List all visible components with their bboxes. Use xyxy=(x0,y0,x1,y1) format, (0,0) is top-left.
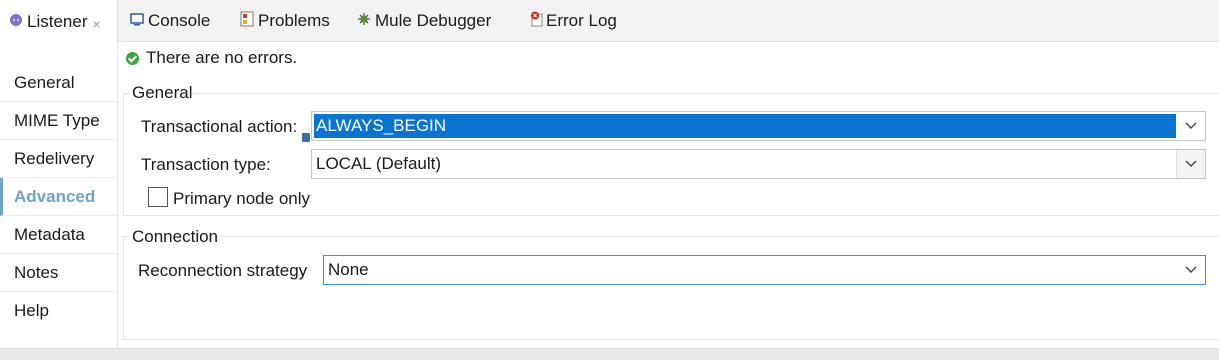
connection-group xyxy=(123,236,1219,340)
view-tab-bar: Listener × Console Problems Mule Debugge… xyxy=(0,0,1219,43)
nav-item-redelivery[interactable]: Redelivery xyxy=(0,140,117,178)
reconnection-strategy-value: None xyxy=(328,260,369,279)
transaction-type-label: Transaction type: xyxy=(141,155,271,174)
tab-problems[interactable]: Problems xyxy=(240,0,330,42)
nav-item-mime-type[interactable]: MIME Type xyxy=(0,102,117,140)
validation-status: There are no errors. xyxy=(126,48,297,68)
debugger-icon xyxy=(357,11,371,31)
general-group-title: General xyxy=(130,83,195,103)
tab-console-label: Console xyxy=(148,11,211,30)
primary-node-checkbox[interactable] xyxy=(148,187,168,207)
chevron-down-icon[interactable] xyxy=(1176,112,1205,140)
nav-item-metadata[interactable]: Metadata xyxy=(0,216,117,254)
console-icon xyxy=(130,11,144,31)
tab-listener-label: Listener xyxy=(27,11,88,31)
close-icon[interactable]: × xyxy=(92,16,100,32)
tab-mule-debugger-label: Mule Debugger xyxy=(375,11,492,30)
transaction-type-select[interactable]: LOCAL (Default) xyxy=(311,149,1206,179)
tab-problems-label: Problems xyxy=(258,11,330,30)
bottom-status-bar xyxy=(0,348,1219,360)
chevron-down-icon[interactable] xyxy=(1176,256,1205,284)
tab-mule-debugger[interactable]: Mule Debugger xyxy=(357,0,491,42)
nav-item-notes[interactable]: Notes xyxy=(0,254,117,292)
nav-item-general[interactable]: General xyxy=(0,64,117,102)
nav-item-help[interactable]: Help xyxy=(0,292,117,330)
status-text: There are no errors. xyxy=(146,48,298,67)
problems-icon xyxy=(240,11,254,32)
tab-listener[interactable]: Listener × xyxy=(0,0,118,43)
transaction-type-value: LOCAL (Default) xyxy=(316,154,442,173)
tab-error-log-label: Error Log xyxy=(546,11,617,30)
transactional-action-label: Transactional action: xyxy=(141,117,298,136)
info-icon xyxy=(302,133,310,142)
tab-console[interactable]: Console xyxy=(130,0,210,42)
tab-error-log[interactable]: Error Log xyxy=(530,0,617,42)
transactional-action-select[interactable]: ALWAYS_BEGIN xyxy=(311,111,1206,141)
connection-group-title: Connection xyxy=(130,227,221,247)
listener-icon xyxy=(9,12,23,32)
error-log-icon xyxy=(530,11,544,32)
chevron-down-icon[interactable] xyxy=(1176,150,1205,178)
reconnection-strategy-select[interactable]: None xyxy=(323,255,1206,285)
reconnection-strategy-label: Reconnection strategy xyxy=(138,261,308,280)
check-circle-icon xyxy=(126,51,139,65)
primary-node-label: Primary node only xyxy=(173,189,311,208)
property-nav: General MIME Type Redelivery Advanced Me… xyxy=(0,42,118,348)
transactional-action-value: ALWAYS_BEGIN xyxy=(314,114,1176,138)
nav-item-advanced[interactable]: Advanced xyxy=(0,178,117,216)
